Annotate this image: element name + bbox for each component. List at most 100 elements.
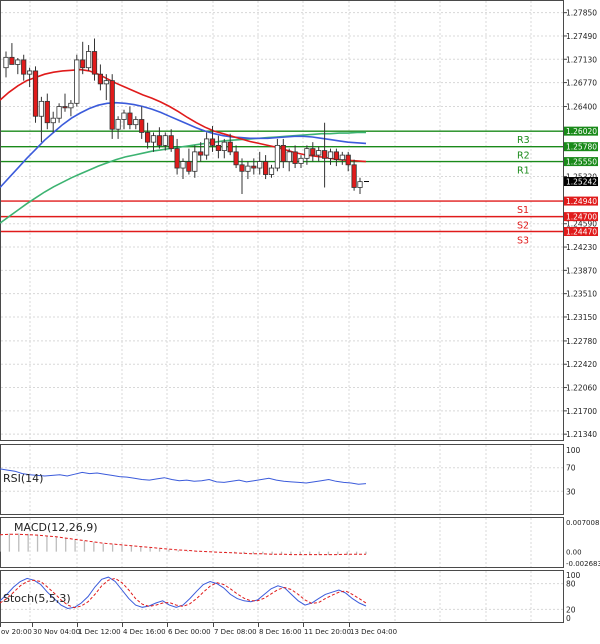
main-y-tick-label: 1.21700 [566,407,597,416]
candle-body [198,151,204,156]
candle-body [156,135,162,146]
main-y-tick-label: 1.22780 [566,337,597,346]
candle-body [21,59,27,75]
candle-body [345,154,351,166]
macd-axis: 0.007008 0.00 -0.002683 [566,519,600,568]
level-label-r2: R2 [517,151,530,162]
macd-panel: 0.007008 0.00 -0.002683 MACD(12,26,9) [0,517,600,568]
candle-body [192,151,198,172]
main-y-tick-label: 1.23870 [566,266,597,275]
time-tick-label: 7 Dec 08:00 [214,628,257,636]
main-y-tick-label: 1.24230 [566,243,597,252]
macd-title: MACD(12,26,9) [14,521,98,534]
time-tick-label: 6 Dec 00:00 [168,628,211,636]
candle-body [91,51,98,75]
rsi-panel-frame [0,444,564,515]
candle-body [304,148,310,159]
candle-body [227,141,233,153]
candle-body [339,154,345,161]
candle-body [103,80,109,85]
main-y-tick-label: 1.22060 [566,384,597,393]
candle-body [327,151,334,159]
level-tag-s3: 1.24470 [566,228,597,237]
candle-body [245,165,251,172]
candle-body [115,119,121,130]
candle-body [127,112,133,126]
candle-body [68,102,74,109]
time-axis: ov 20:00 30 Nov 04:001 Dec 12:00 4 Dec 16:… [0,623,397,636]
candle-body [239,164,245,172]
time-tick-label: 30 Nov 04:00 [33,628,80,636]
main-y-tick-label: 1.22420 [566,360,597,369]
main-y-tick-label: 1.23150 [566,313,597,322]
macd-tick-label: 0.007008 [566,519,599,527]
level-tag-r1: 1.25550 [566,158,597,167]
candle-body [44,100,50,124]
candle-body [168,135,174,150]
level-label-r1: R1 [517,166,530,177]
rsi-tick-label: 70 [566,464,576,473]
candle-body [215,144,221,151]
level-tag-r2: 1.25780 [566,143,597,152]
main-y-tick-label: 1.23510 [566,290,597,299]
candle-body [15,59,21,65]
rsi-axis: 100 70 30 [566,446,581,496]
trading-chart: R3 R2 R1 S1 S2 S3 1.27850 1.27490 1.27130 1.2677… [0,0,600,640]
candle-body [186,161,192,172]
main-y-tick-label: 1.26770 [566,79,597,88]
candle-body [257,161,263,169]
candle-body [9,56,15,65]
candle-body [203,138,210,156]
candle-body [26,70,33,75]
candle-body [209,138,216,146]
rsi-title: RSI(14) [3,472,43,485]
candle-body [50,117,56,124]
candle-body [351,164,357,188]
candle-body [286,151,292,162]
stoch-panel: 10080200 Stoch(5,5,3) [0,570,581,623]
rsi-panel: 100 70 30 RSI(14) [0,444,581,515]
candle-body [292,151,298,164]
candle-body [280,144,286,162]
candle-body [121,112,127,120]
time-tick-label: 13 Dec 04:00 [350,628,397,636]
price-axis: 1.278501.274901.271301.267701.264001.253… [563,9,597,439]
candle-body [162,135,168,146]
current-price-tag: 1.25242 [566,178,597,187]
stoch-tick-label: 80 [566,580,576,589]
candle-body [262,161,269,175]
time-tick-label: 1 Dec 12:00 [78,628,121,636]
macd-tick-label: 0.00 [566,549,582,557]
chart-canvas: R3 R2 R1 S1 S2 S3 1.27850 1.27490 1.27130 1.2677… [0,0,600,636]
rsi-tick-label: 100 [566,446,581,455]
candle-body [38,100,45,117]
candle-body [3,56,9,69]
candle-body [333,151,340,161]
candle-body [133,119,139,126]
time-tick-label: ov 20:00 [1,628,32,636]
candle-body [56,106,62,119]
main-y-tick-label: 1.26400 [566,103,597,112]
candle-body [180,161,186,169]
time-tick-label: 8 Dec 16:00 [259,628,302,636]
rsi-tick-label: 30 [566,487,576,496]
main-y-tick-label: 1.27130 [566,55,597,64]
candle-body [74,59,80,104]
candle-body [144,132,151,143]
level-tag-s2: 1.24700 [566,213,597,222]
level-tag-s1: 1.24940 [566,197,597,206]
time-tick-label: 4 Dec 16:00 [123,628,166,636]
level-label-r3: R3 [517,135,530,146]
level-label-s2: S2 [517,221,529,232]
candle-body [274,144,281,169]
main-y-tick-label: 1.27490 [566,32,597,41]
main-y-tick-label: 1.27850 [566,9,597,18]
candle-body [86,51,92,69]
candle-body [316,150,322,156]
candle-body [32,70,39,117]
stoch-title: Stoch(5,5,3) [3,592,71,605]
candle-body [174,148,180,169]
candle-body [321,150,328,159]
level-label-s3: S3 [517,236,529,247]
candle-body [150,135,157,143]
